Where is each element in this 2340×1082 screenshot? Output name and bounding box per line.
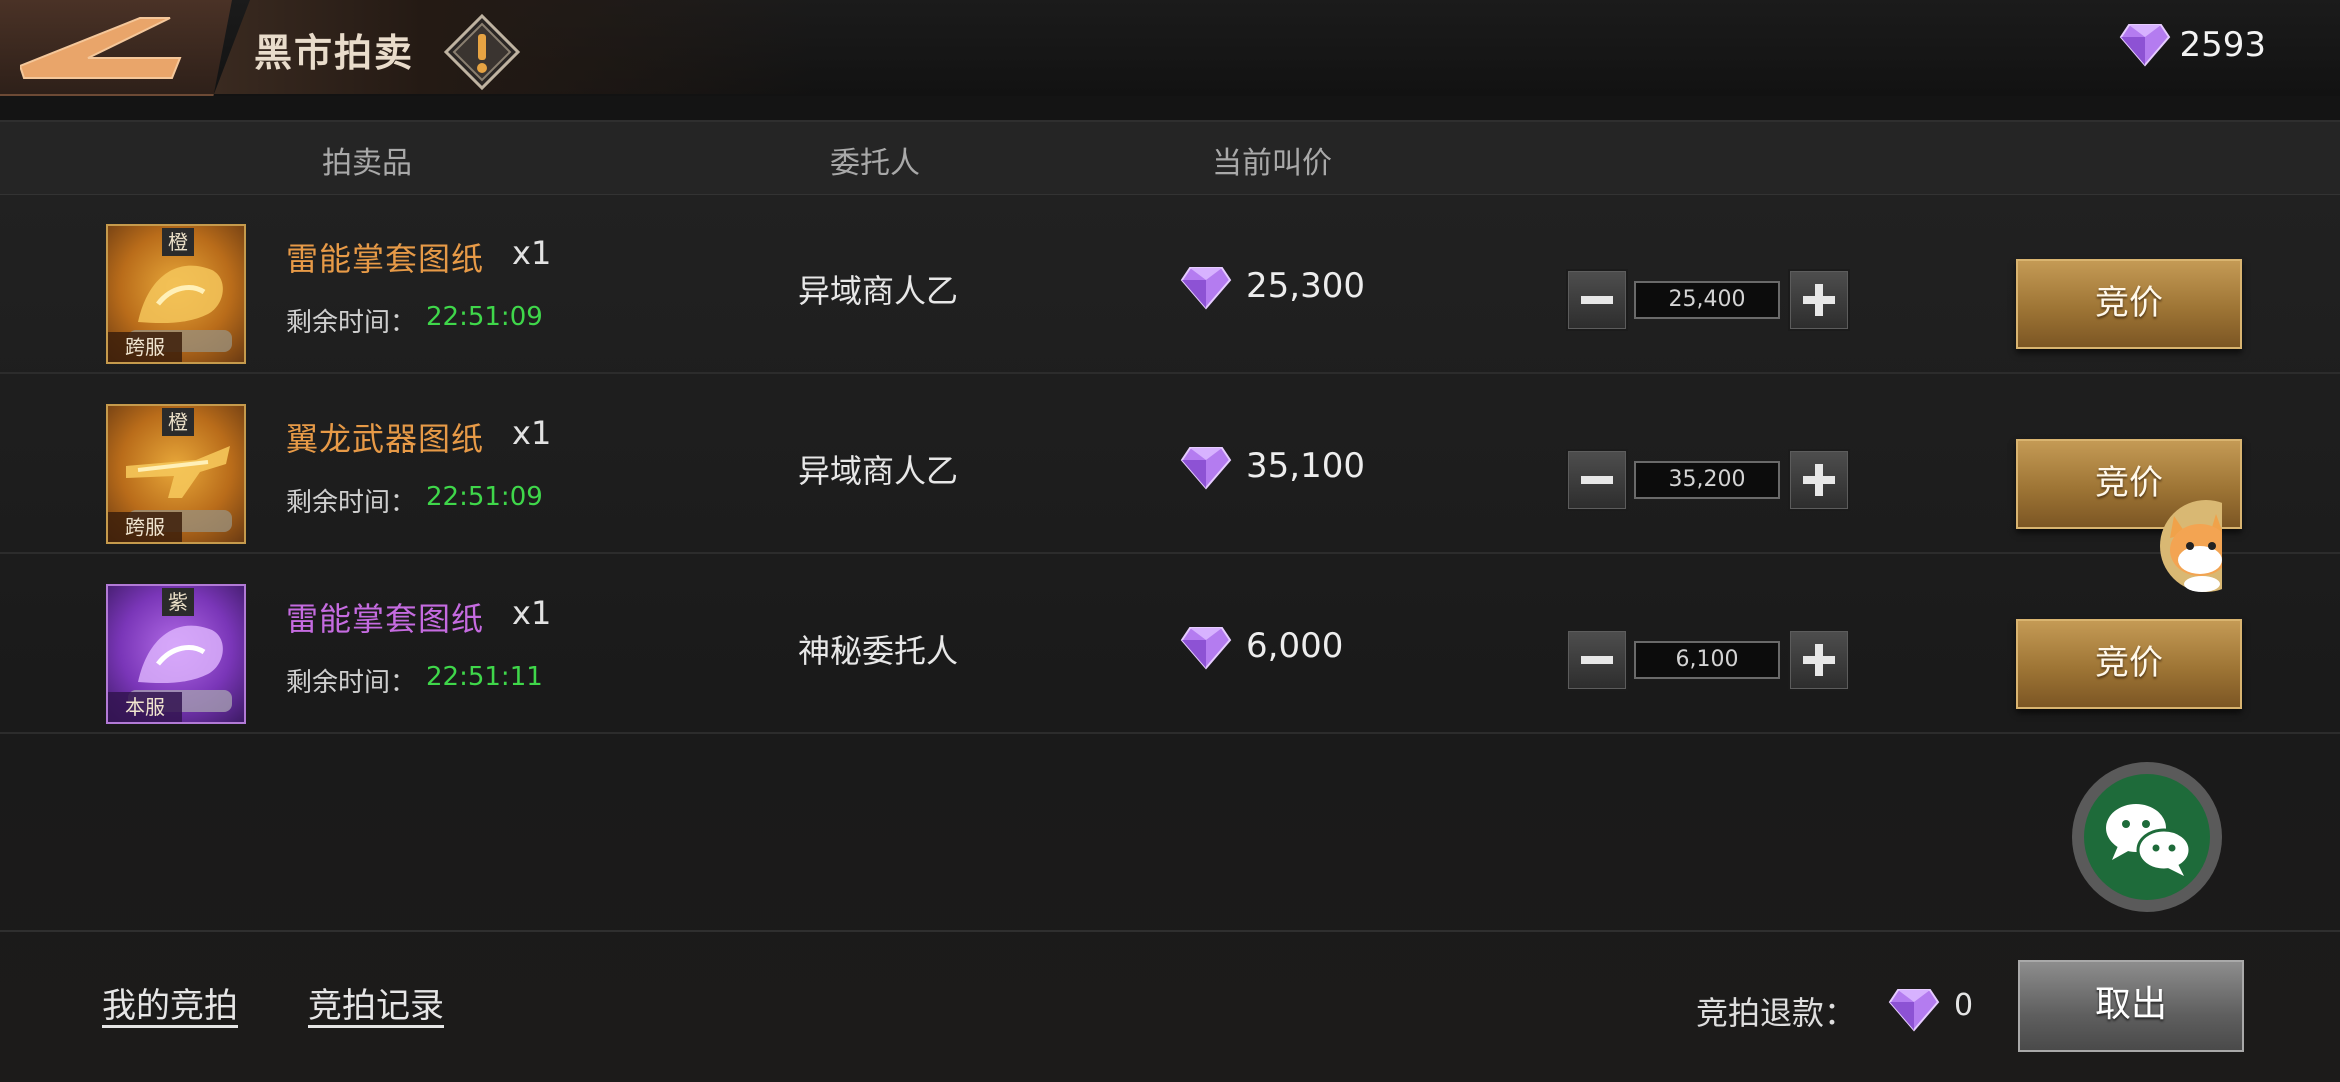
cat-avatar-icon [2160, 500, 2222, 592]
item-name: 翼龙武器图纸 [286, 420, 485, 458]
diamond-icon [1180, 627, 1232, 670]
exclamation-diamond-icon[interactable] [442, 12, 522, 92]
auction-panel: 拍卖品 委托人 当前叫价 橙 跨服 雷能掌套图纸 x1 剩余时间： 22:51:… [0, 120, 2340, 1082]
grade-tag: 紫 [162, 588, 194, 616]
bid-button[interactable]: 竞价 [2016, 259, 2242, 349]
time-remaining-label: 剩余时间： [286, 488, 417, 518]
refund-label: 竞拍退款： [1696, 994, 1857, 1032]
item-name: 雷能掌套图纸 [286, 600, 485, 638]
wechat-icon [2106, 804, 2192, 876]
column-header: 拍卖品 委托人 当前叫价 [0, 122, 2340, 195]
time-remaining-value: 22:51:11 [426, 662, 543, 692]
withdraw-button[interactable]: 取出 [2018, 960, 2244, 1052]
decrease-bid-button[interactable] [1566, 269, 1628, 331]
server-tag: 本服 [108, 692, 182, 722]
column-item: 拍卖品 [322, 146, 412, 181]
footer-divider [0, 930, 2340, 932]
grade-tag: 橙 [162, 408, 194, 436]
item-icon[interactable]: 橙 跨服 [106, 404, 246, 544]
time-remaining-label: 剩余时间： [286, 308, 417, 338]
server-tag: 跨服 [108, 332, 182, 362]
column-consigner: 委托人 [830, 146, 920, 181]
time-remaining-value: 22:51:09 [426, 482, 543, 512]
auction-row: 紫 本服 雷能掌套图纸 x1 剩余时间： 22:51:11 神秘委托人 6,00… [0, 554, 2340, 734]
wechat-button[interactable] [2072, 762, 2222, 912]
column-current-bid: 当前叫价 [1212, 146, 1332, 181]
current-price: 25,300 [1246, 266, 1365, 306]
bid-amount-input[interactable]: 6,100 [1634, 641, 1780, 679]
item-icon[interactable]: 紫 本服 [106, 584, 246, 724]
consigner-name: 异域商人乙 [798, 272, 959, 310]
server-tag: 跨服 [108, 512, 182, 542]
my-bids-link[interactable]: 我的竞拍 [102, 978, 238, 1027]
auction-row: 橙 跨服 雷能掌套图纸 x1 剩余时间： 22:51:09 异域商人乙 25,3… [0, 194, 2340, 374]
consigner-name: 异域商人乙 [798, 452, 959, 490]
grade-tag: 橙 [162, 228, 194, 256]
current-price: 6,000 [1246, 626, 1344, 666]
item-quantity: x1 [512, 414, 552, 452]
item-quantity: x1 [512, 594, 552, 632]
bid-amount-input[interactable]: 35,200 [1634, 461, 1780, 499]
top-bar: 黑市拍卖 2593 [0, 0, 2340, 96]
current-price: 35,100 [1246, 446, 1365, 486]
decrease-bid-button[interactable] [1566, 449, 1628, 511]
diamond-icon [1180, 267, 1232, 310]
refund-amount: 0 [1954, 988, 1974, 1023]
diamond-icon [1888, 989, 1940, 1032]
back-button[interactable] [0, 0, 232, 96]
decrease-bid-button[interactable] [1566, 629, 1628, 691]
cat-assistant[interactable] [2158, 498, 2222, 594]
page-title: 黑市拍卖 [254, 30, 415, 75]
bid-history-link[interactable]: 竞拍记录 [308, 978, 444, 1027]
increase-bid-button[interactable] [1788, 629, 1850, 691]
time-remaining-value: 22:51:09 [426, 302, 543, 332]
bid-amount-input[interactable]: 25,400 [1634, 281, 1780, 319]
back-arrow-icon [20, 17, 182, 79]
time-remaining-label: 剩余时间： [286, 668, 417, 698]
increase-bid-button[interactable] [1788, 449, 1850, 511]
item-icon[interactable]: 橙 跨服 [106, 224, 246, 364]
item-quantity: x1 [512, 234, 552, 272]
increase-bid-button[interactable] [1788, 269, 1850, 331]
diamond-count: 2593 [2179, 25, 2266, 65]
diamond-balance: 2593 [2119, 22, 2266, 68]
consigner-name: 神秘委托人 [798, 632, 959, 670]
item-name: 雷能掌套图纸 [286, 240, 485, 278]
auction-row: 橙 跨服 翼龙武器图纸 x1 剩余时间： 22:51:09 异域商人乙 35,1… [0, 374, 2340, 554]
diamond-icon [1180, 447, 1232, 490]
diamond-icon [2120, 24, 2171, 67]
bid-button[interactable]: 竞价 [2016, 619, 2242, 709]
wechat-button-face [2084, 774, 2210, 900]
